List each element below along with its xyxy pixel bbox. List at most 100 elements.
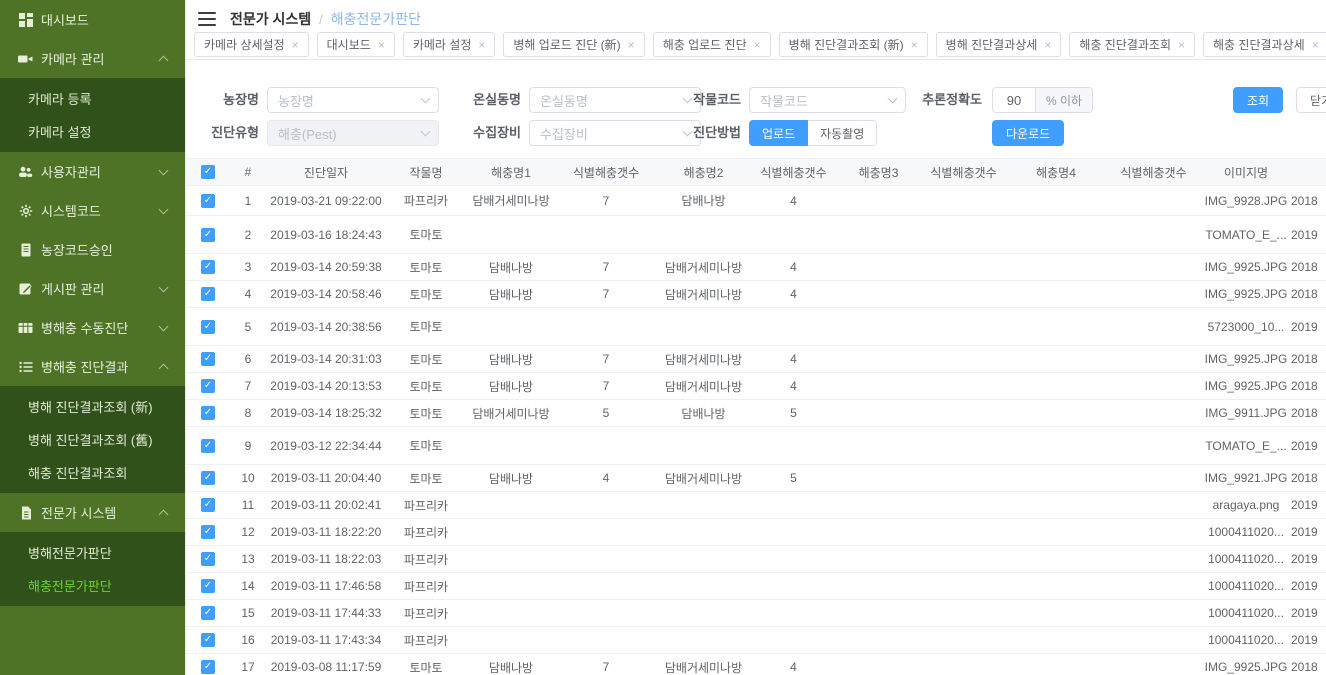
sidebar-item-board-mgmt[interactable]: 게시판 관리 — [0, 269, 185, 308]
table-row[interactable]: ✓32019-03-14 20:59:38토마토담배나방7담배거세미나방4IMG… — [186, 254, 1326, 281]
tab-close-icon[interactable]: × — [1044, 38, 1051, 52]
tab-camera-settings[interactable]: 카메라 설정× — [403, 32, 496, 57]
close-button[interactable]: 닫기 — [1296, 87, 1326, 113]
row-checkbox[interactable]: ✓ — [201, 579, 215, 593]
sidebar-item-farm-code-approval[interactable]: 농장코드승인 — [0, 230, 185, 269]
table-row[interactable]: ✓52019-03-14 20:38:56토마토5723000_10...201… — [186, 308, 1326, 346]
tab-close-icon[interactable]: × — [911, 38, 918, 52]
table-row[interactable]: ✓62019-03-14 20:31:03토마토담배나방7담배거세미나방4IMG… — [186, 346, 1326, 373]
row-checkbox[interactable]: ✓ — [201, 194, 215, 208]
diag-type-value: 해충(Pest) — [278, 124, 337, 143]
sidebar-subitem-camera-settings[interactable]: 카메라 설정 — [0, 115, 185, 148]
pest-name-2: 담배거세미나방 — [656, 659, 751, 675]
image-name: IMG_9925.JPG — [1201, 260, 1291, 274]
method-upload-button[interactable]: 업로드 — [749, 120, 808, 146]
tab-label: 병해 진단결과조회 (新) — [789, 36, 904, 53]
tab-close-icon[interactable]: × — [292, 38, 299, 52]
select-all-checkbox[interactable]: ✓ — [201, 165, 215, 179]
table-row[interactable]: ✓82019-03-14 18:25:32토마토담배거세미나방5담배나방5IMG… — [186, 400, 1326, 427]
table-row[interactable]: ✓72019-03-14 20:13:53토마토담배나방7담배거세미나방4IMG… — [186, 373, 1326, 400]
tab-close-icon[interactable]: × — [628, 38, 635, 52]
table-row[interactable]: ✓92019-03-12 22:34:44토마토TOMATO_E_...2019 — [186, 427, 1326, 465]
method-auto-button[interactable]: 자동촬영 — [808, 120, 877, 146]
tab-camera-detail-settings[interactable]: 카메라 상세설정× — [194, 32, 309, 57]
farm-select[interactable]: 농장명 — [267, 87, 439, 113]
row-checkbox[interactable]: ✓ — [201, 228, 215, 242]
row-checkbox[interactable]: ✓ — [201, 352, 215, 366]
row-checkbox[interactable]: ✓ — [201, 320, 215, 334]
tab-disease-result-detail[interactable]: 병해 진단결과상세× — [936, 32, 1062, 57]
search-button[interactable]: 조회 — [1233, 87, 1283, 113]
table-row[interactable]: ✓42019-03-14 20:58:46토마토담배나방7담배거세미나방4IMG… — [186, 281, 1326, 308]
tab-close-icon[interactable]: × — [1312, 38, 1319, 52]
breadcrumb-root[interactable]: 전문가 시스템 — [230, 9, 311, 29]
greenhouse-select[interactable]: 온실동명 — [529, 87, 701, 113]
tab-dashboard[interactable]: 대시보드 × — [317, 32, 395, 57]
row-checkbox[interactable]: ✓ — [201, 525, 215, 539]
table-row[interactable]: ✓152019-03-11 17:44:33파프리카1000411020...2… — [186, 600, 1326, 627]
sidebar-item-manual-diagnosis[interactable]: 병해충 수동진단 — [0, 308, 185, 347]
pest-name-1: 담배거세미나방 — [466, 192, 556, 209]
row-checkbox[interactable]: ✓ — [201, 406, 215, 420]
table-row[interactable]: ✓142019-03-11 17:46:58파프리카1000411020...2… — [186, 573, 1326, 600]
row-checkbox[interactable]: ✓ — [201, 633, 215, 647]
tab-pest-result-list[interactable]: 해충 진단결과조회× — [1069, 32, 1195, 57]
tab-pest-upload-diagnosis[interactable]: 해충 업로드 진단× — [653, 32, 771, 57]
row-checkbox[interactable]: ✓ — [201, 606, 215, 620]
row-checkbox[interactable]: ✓ — [201, 471, 215, 485]
sidebar-subitem-disease-result-old[interactable]: 병해 진단결과조회 (舊) — [0, 423, 185, 456]
sidebar-subitem-camera-register[interactable]: 카메라 등록 — [0, 82, 185, 115]
tab-label: 대시보드 — [327, 36, 371, 53]
crop-code-select[interactable]: 작물코드 — [749, 87, 906, 113]
device-select-group: 수집장비 수집장비 — [529, 120, 701, 146]
row-number: 6 — [230, 352, 266, 366]
row-number: 15 — [230, 606, 266, 620]
row-checkbox[interactable]: ✓ — [201, 552, 215, 566]
sidebar-item-diagnosis-results[interactable]: 병해충 진단결과 — [0, 347, 185, 386]
row-number: 16 — [230, 633, 266, 647]
pest-name-1: 담배나방 — [466, 259, 556, 276]
tab-close-icon[interactable]: × — [378, 38, 385, 52]
file-icon — [18, 505, 33, 520]
sidebar-item-user-mgmt[interactable]: 사용자관리 — [0, 152, 185, 191]
diag-type-select[interactable]: 해충(Pest) — [267, 120, 439, 146]
accuracy-input[interactable] — [992, 87, 1036, 113]
table-row[interactable]: ✓122019-03-11 18:22:20파프리카1000411020...2… — [186, 519, 1326, 546]
row-checkbox[interactable]: ✓ — [201, 439, 215, 453]
sidebar-subitem-pest-result[interactable]: 해충 진단결과조회 — [0, 456, 185, 489]
table-row[interactable]: ✓172019-03-08 11:17:59토마토담배나방7담배거세미나방4IM… — [186, 654, 1326, 675]
download-button[interactable]: 다운로드 — [992, 120, 1064, 146]
farm-select-value: 농장명 — [278, 91, 314, 110]
sidebar-item-expert-system[interactable]: 전문가 시스템 — [0, 493, 185, 532]
tab-close-icon[interactable]: × — [754, 38, 761, 52]
pest-count-2: 4 — [751, 660, 836, 674]
row-checkbox[interactable]: ✓ — [201, 260, 215, 274]
row-checkbox[interactable]: ✓ — [201, 498, 215, 512]
table-row[interactable]: ✓112019-03-11 20:02:41파프리카aragaya.png201… — [186, 492, 1326, 519]
sidebar-item-dashboard[interactable]: 대시보드 — [0, 0, 185, 39]
row-checkbox[interactable]: ✓ — [201, 379, 215, 393]
tab-pest-result-detail[interactable]: 해충 진단결과상세× — [1203, 32, 1326, 57]
tab-disease-upload-diagnosis-new[interactable]: 병해 업로드 진단 (新)× — [503, 32, 644, 57]
table-row[interactable]: ✓22019-03-16 18:24:43토마토TOMATO_E_...2019 — [186, 216, 1326, 254]
hamburger-menu-icon[interactable] — [198, 12, 216, 26]
tab-close-icon[interactable]: × — [478, 38, 485, 52]
table-row[interactable]: ✓162019-03-11 17:43:34파프리카1000411020...2… — [186, 627, 1326, 654]
image-name: 5723000_10... — [1201, 320, 1291, 334]
sidebar-subitem-pest-expert[interactable]: 해충전문가판단 — [0, 569, 185, 602]
sidebar-item-system-code[interactable]: 시스템코드 — [0, 191, 185, 230]
row-checkbox[interactable]: ✓ — [201, 287, 215, 301]
table-row[interactable]: ✓12019-03-21 09:22:00파프리카담배거세미나방7담배나방4IM… — [186, 186, 1326, 216]
table-row[interactable]: ✓132019-03-11 18:22:03파프리카1000411020...2… — [186, 546, 1326, 573]
table-row[interactable]: ✓102019-03-11 20:04:40토마토담배나방4담배거세미나방5IM… — [186, 465, 1326, 492]
device-select[interactable]: 수집장비 — [529, 120, 701, 146]
row-checkbox[interactable]: ✓ — [201, 660, 215, 674]
chevron-down-icon — [421, 127, 431, 137]
sidebar-item-camera-mgmt[interactable]: 카메라 관리 — [0, 39, 185, 78]
pest-count-2: 4 — [751, 352, 836, 366]
tab-close-icon[interactable]: × — [1178, 38, 1185, 52]
sidebar-subitem-disease-expert[interactable]: 병해전문가판단 — [0, 536, 185, 569]
tab-disease-result-list-new[interactable]: 병해 진단결과조회 (新) × — [779, 32, 928, 57]
sidebar-item-label: 병해충 진단결과 — [41, 357, 128, 376]
sidebar-subitem-disease-result-new[interactable]: 병해 진단결과조회 (新) — [0, 390, 185, 423]
